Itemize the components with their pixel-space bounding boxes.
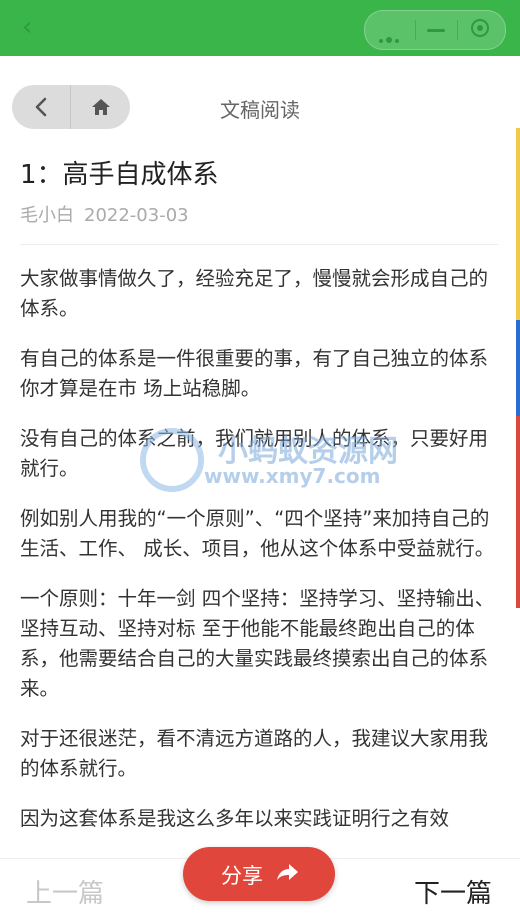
- bottom-bar: 上一篇 分享 下一篇: [0, 847, 520, 920]
- article-author: 毛小白: [20, 205, 74, 226]
- paragraph: 例如别人用我的“一个原则”、“四个坚持”来加持自己的生活、工作、 成长、项目，他…: [20, 507, 495, 560]
- mini-program-capsule: [364, 10, 506, 50]
- target-circle-icon[interactable]: [471, 19, 489, 37]
- minus-icon[interactable]: [427, 29, 445, 32]
- paragraph: 一个原则：十年一剑 四个坚持：坚持学习、坚持输出、坚持互动、坚持对标 至于他能不…: [20, 587, 495, 700]
- article-body: 大家做事情做久了，经验充足了，慢慢就会形成自己的体系。 有自己的体系是一件很重要…: [20, 264, 498, 854]
- paragraph: 对于还很迷茫，看不清远方道路的人，我建议大家用我的体系就行。: [20, 727, 489, 780]
- capsule-divider: [415, 20, 416, 40]
- divider: [20, 244, 498, 245]
- share-button[interactable]: 分享: [183, 847, 335, 901]
- capsule-divider: [457, 20, 458, 40]
- paragraph: 大家做事情做久了，经验充足了，慢慢就会形成自己的体系。: [20, 267, 489, 320]
- more-dots-icon[interactable]: [379, 28, 405, 43]
- article-meta: 毛小白 2022-03-03: [20, 201, 189, 227]
- next-article-button[interactable]: 下一篇: [414, 873, 492, 910]
- watermark: 小蚂蚁资源网 www.xmy7.com: [140, 420, 400, 500]
- prev-article-button[interactable]: 上一篇: [26, 873, 104, 910]
- share-label: 分享: [221, 864, 263, 888]
- paragraph: 有自己的体系是一件很重要的事，有了自己独立的体系你才算是在市 场上站稳脚。: [20, 347, 489, 400]
- paragraph: 因为这套体系是我这么多年以来实践证明行之有效: [20, 807, 450, 830]
- watermark-url: www.xmy7.com: [204, 464, 381, 488]
- background-edge-strip: [516, 128, 520, 608]
- page-title: 文稿阅读: [220, 98, 300, 122]
- back-icon[interactable]: ‹: [22, 12, 52, 42]
- arrow-right-icon: [277, 864, 298, 880]
- watermark-logo: [140, 428, 204, 492]
- top-bar: ‹: [0, 0, 520, 56]
- article-date: 2022-03-03: [84, 205, 189, 226]
- article-title: 1：高手自成体系: [20, 160, 219, 190]
